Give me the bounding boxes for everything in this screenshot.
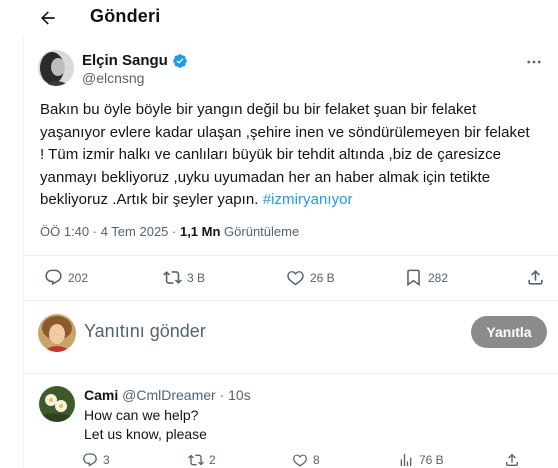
- meta-separator: ·: [168, 224, 180, 239]
- comment-share-action[interactable]: [504, 452, 520, 468]
- comment-views-count: 76 B: [419, 453, 444, 467]
- tweet-meta: ÖÖ 1:40 · 4 Tem 2025 · 1,1 Mn Görüntülem…: [40, 224, 299, 239]
- heart-icon: [293, 454, 307, 467]
- views-count: 1,1 Mn: [179, 224, 221, 239]
- tweet-text-line: ! Tüm izmir halkı ve canlıları büyük bir…: [40, 146, 502, 163]
- comment-views-action[interactable]: 76 B: [398, 452, 444, 468]
- bookmark-icon: [407, 269, 420, 287]
- reply-button[interactable]: Yanıtla: [471, 316, 547, 348]
- tweet-date[interactable]: 4 Tem 2025: [101, 224, 169, 239]
- reply-action[interactable]: 202: [44, 268, 88, 287]
- retweet-action[interactable]: 3 B: [163, 268, 205, 287]
- divider: [24, 373, 558, 374]
- more-icon: [527, 60, 541, 64]
- reply-input[interactable]: Yanıtını gönder: [84, 321, 206, 342]
- heart-icon: [287, 271, 304, 286]
- like-count: 26 B: [310, 270, 335, 285]
- hashtag-link[interactable]: #izmiryanıyor: [263, 191, 353, 208]
- arrow-left-icon: [41, 11, 55, 25]
- retweet-icon: [188, 454, 204, 466]
- more-options-button[interactable]: [522, 52, 546, 72]
- views-label: Görüntüleme: [220, 224, 300, 239]
- bookmark-action[interactable]: 282: [404, 268, 448, 287]
- comment-retweet-count: 2: [209, 453, 216, 467]
- author-name[interactable]: Elçin Sangu: [82, 52, 168, 69]
- back-button[interactable]: [36, 6, 60, 30]
- tweet-text-line: bekliyoruz .Artık bir şeyler yapın.: [40, 191, 263, 208]
- comment-dot: ·: [219, 387, 225, 403]
- author-avatar[interactable]: [38, 50, 74, 86]
- bookmark-count: 282: [428, 270, 449, 285]
- tweet-text-line: yanmayı bekliyoruz ,uyku uyumadan her an…: [40, 168, 491, 186]
- retweet-icon: [163, 271, 182, 284]
- divider: [24, 255, 558, 256]
- page-title: Gönderi: [90, 6, 161, 26]
- share-icon: [506, 453, 518, 466]
- divider: [24, 300, 558, 301]
- comment-retweet-action[interactable]: 2: [188, 452, 216, 468]
- share-icon: [528, 270, 543, 285]
- column-border: [23, 36, 24, 468]
- reply-icon: [83, 453, 97, 467]
- tweet-actions: 202 3 B 26 B 282: [24, 262, 558, 296]
- top-header: Gönderi: [0, 0, 558, 36]
- verified-badge-icon: [173, 53, 187, 68]
- comment-time[interactable]: 10s: [228, 387, 251, 403]
- current-user-avatar[interactable]: [38, 314, 76, 352]
- analytics-icon: [400, 454, 412, 466]
- retweet-count: 3 B: [187, 270, 206, 285]
- tweet-time[interactable]: ÖÖ 1:40: [40, 224, 89, 239]
- comment-reply-count: 3: [103, 453, 110, 467]
- comment-line: Let us know, please: [84, 426, 207, 442]
- comment-avatar[interactable]: [39, 386, 75, 422]
- meta-separator: ·: [89, 224, 101, 239]
- author-name-row: Elçin Sangu: [82, 52, 188, 69]
- reply-count: 202: [68, 270, 89, 285]
- comment-like-action[interactable]: 8: [292, 452, 320, 468]
- author-handle: @elcnsng: [82, 70, 145, 86]
- reply-icon: [45, 269, 62, 286]
- like-action[interactable]: 26 B: [286, 268, 335, 287]
- comment-line: How can we help?: [84, 407, 199, 423]
- comment-actions: 3 2 8 76 B: [80, 452, 558, 468]
- comment-like-count: 8: [313, 453, 320, 467]
- share-action[interactable]: [526, 268, 545, 287]
- comment-author-handle[interactable]: @CmlDreamer: [122, 387, 216, 403]
- tweet-text: Bakın bu öyle böyle bir yangın değil bu …: [40, 99, 552, 212]
- tweet-text-line: yaşanıyor evlere kadar ulaşan ,şehire in…: [40, 123, 530, 141]
- comment-author-name[interactable]: Cami: [84, 387, 118, 403]
- comment-header: Cami @CmlDreamer · 10s: [84, 387, 251, 403]
- tweet-text-line: Bakın bu öyle böyle bir yangın değil bu …: [40, 101, 477, 118]
- comment-text: How can we help? Let us know, please: [84, 406, 207, 444]
- comment-reply-action[interactable]: 3: [82, 452, 110, 468]
